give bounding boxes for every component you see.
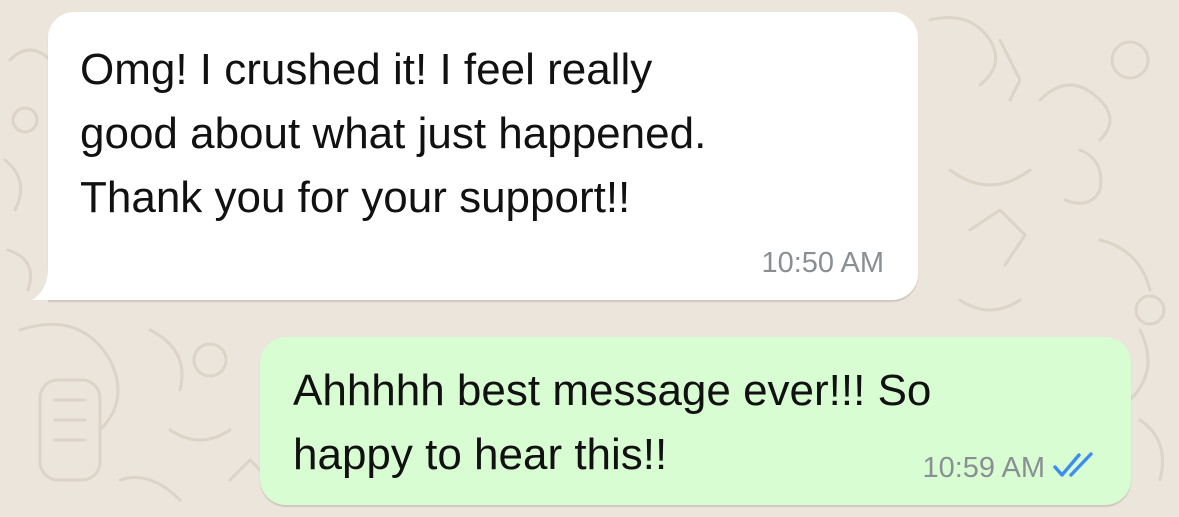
double-check-read-icon: [1053, 452, 1093, 477]
message-timestamp: 10:50 AM: [761, 247, 884, 279]
bubble-tail-icon: [32, 268, 70, 300]
incoming-message-bubble[interactable]: Omg! I crushed it! I feel really good ab…: [48, 12, 918, 300]
message-text: Omg! I crushed it! I feel really good ab…: [80, 45, 707, 222]
message-timestamp: 10:59 AM: [922, 452, 1045, 484]
outgoing-message-bubble[interactable]: Ahhhhh best message ever!!! So happy to …: [260, 337, 1131, 505]
